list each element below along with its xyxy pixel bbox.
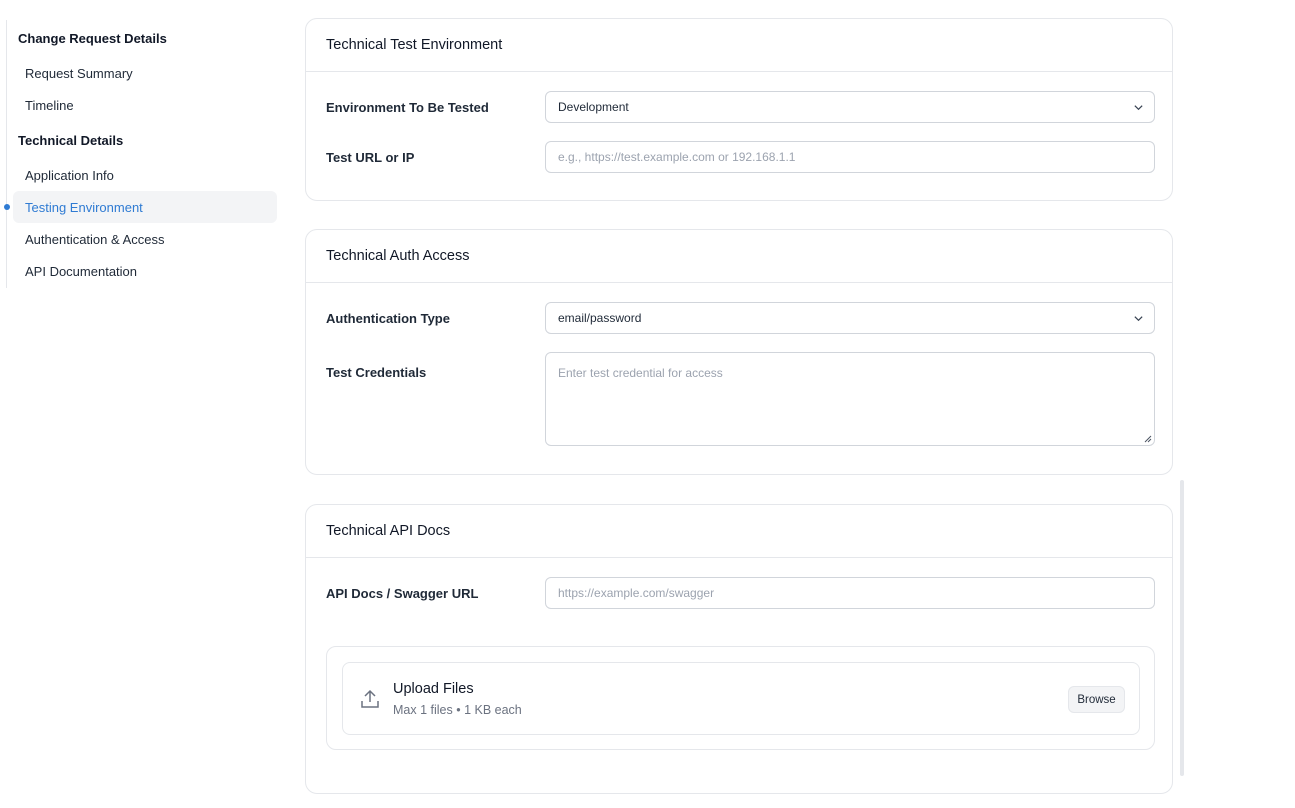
card-title: Technical Auth Access <box>306 230 1172 283</box>
upload-icon <box>361 689 379 708</box>
sidebar-item-api-documentation[interactable]: API Documentation <box>13 255 277 287</box>
test-credentials-placeholder: Enter test credential for access <box>558 366 723 380</box>
auth-type-label: Authentication Type <box>326 311 450 326</box>
card-title: Technical API Docs <box>306 505 1172 558</box>
sidebar-item-authentication-access[interactable]: Authentication & Access <box>13 223 277 255</box>
environment-select-value: Development <box>558 100 629 114</box>
sidebar-item-testing-environment[interactable]: Testing Environment <box>13 191 277 223</box>
card-title: Technical Test Environment <box>306 19 1172 72</box>
active-indicator-dot <box>4 204 10 210</box>
upload-limits: Max 1 files • 1 KB each <box>393 703 522 717</box>
sidebar-item-application-info[interactable]: Application Info <box>13 159 277 191</box>
auth-type-select[interactable]: email/password <box>545 302 1155 334</box>
api-docs-card: Technical API Docs API Docs / Swagger UR… <box>305 504 1173 794</box>
test-credentials-label: Test Credentials <box>326 365 427 380</box>
resize-handle-icon[interactable] <box>1144 435 1152 443</box>
upload-panel: Upload Files Max 1 files • 1 KB each Bro… <box>342 662 1140 735</box>
sidebar-group-change-request: Change Request Details <box>18 31 167 46</box>
swagger-url-input[interactable]: https://example.com/swagger <box>545 577 1155 609</box>
auth-type-select-value: email/password <box>558 311 642 325</box>
auth-access-card: Technical Auth Access Authentication Typ… <box>305 229 1173 475</box>
sidebar-item-timeline[interactable]: Timeline <box>13 89 277 121</box>
scrollbar[interactable] <box>1180 480 1184 776</box>
test-credentials-textarea[interactable]: Enter test credential for access <box>545 352 1155 446</box>
sidebar-rail <box>6 20 7 288</box>
environment-select[interactable]: Development <box>545 91 1155 123</box>
test-environment-card: Technical Test Environment Environment T… <box>305 18 1173 201</box>
test-url-input[interactable]: e.g., https://test.example.com or 192.16… <box>545 141 1155 173</box>
upload-dropzone[interactable]: Upload Files Max 1 files • 1 KB each Bro… <box>326 646 1155 750</box>
test-url-label: Test URL or IP <box>326 150 415 165</box>
sidebar-item-request-summary[interactable]: Request Summary <box>13 57 277 89</box>
chevron-down-icon <box>1134 316 1143 322</box>
upload-title: Upload Files <box>393 681 474 697</box>
browse-button[interactable]: Browse <box>1068 686 1125 713</box>
sidebar-group-technical-details: Technical Details <box>18 133 124 148</box>
swagger-url-label: API Docs / Swagger URL <box>326 586 479 601</box>
chevron-down-icon <box>1134 105 1143 111</box>
environment-label: Environment To Be Tested <box>326 100 489 115</box>
